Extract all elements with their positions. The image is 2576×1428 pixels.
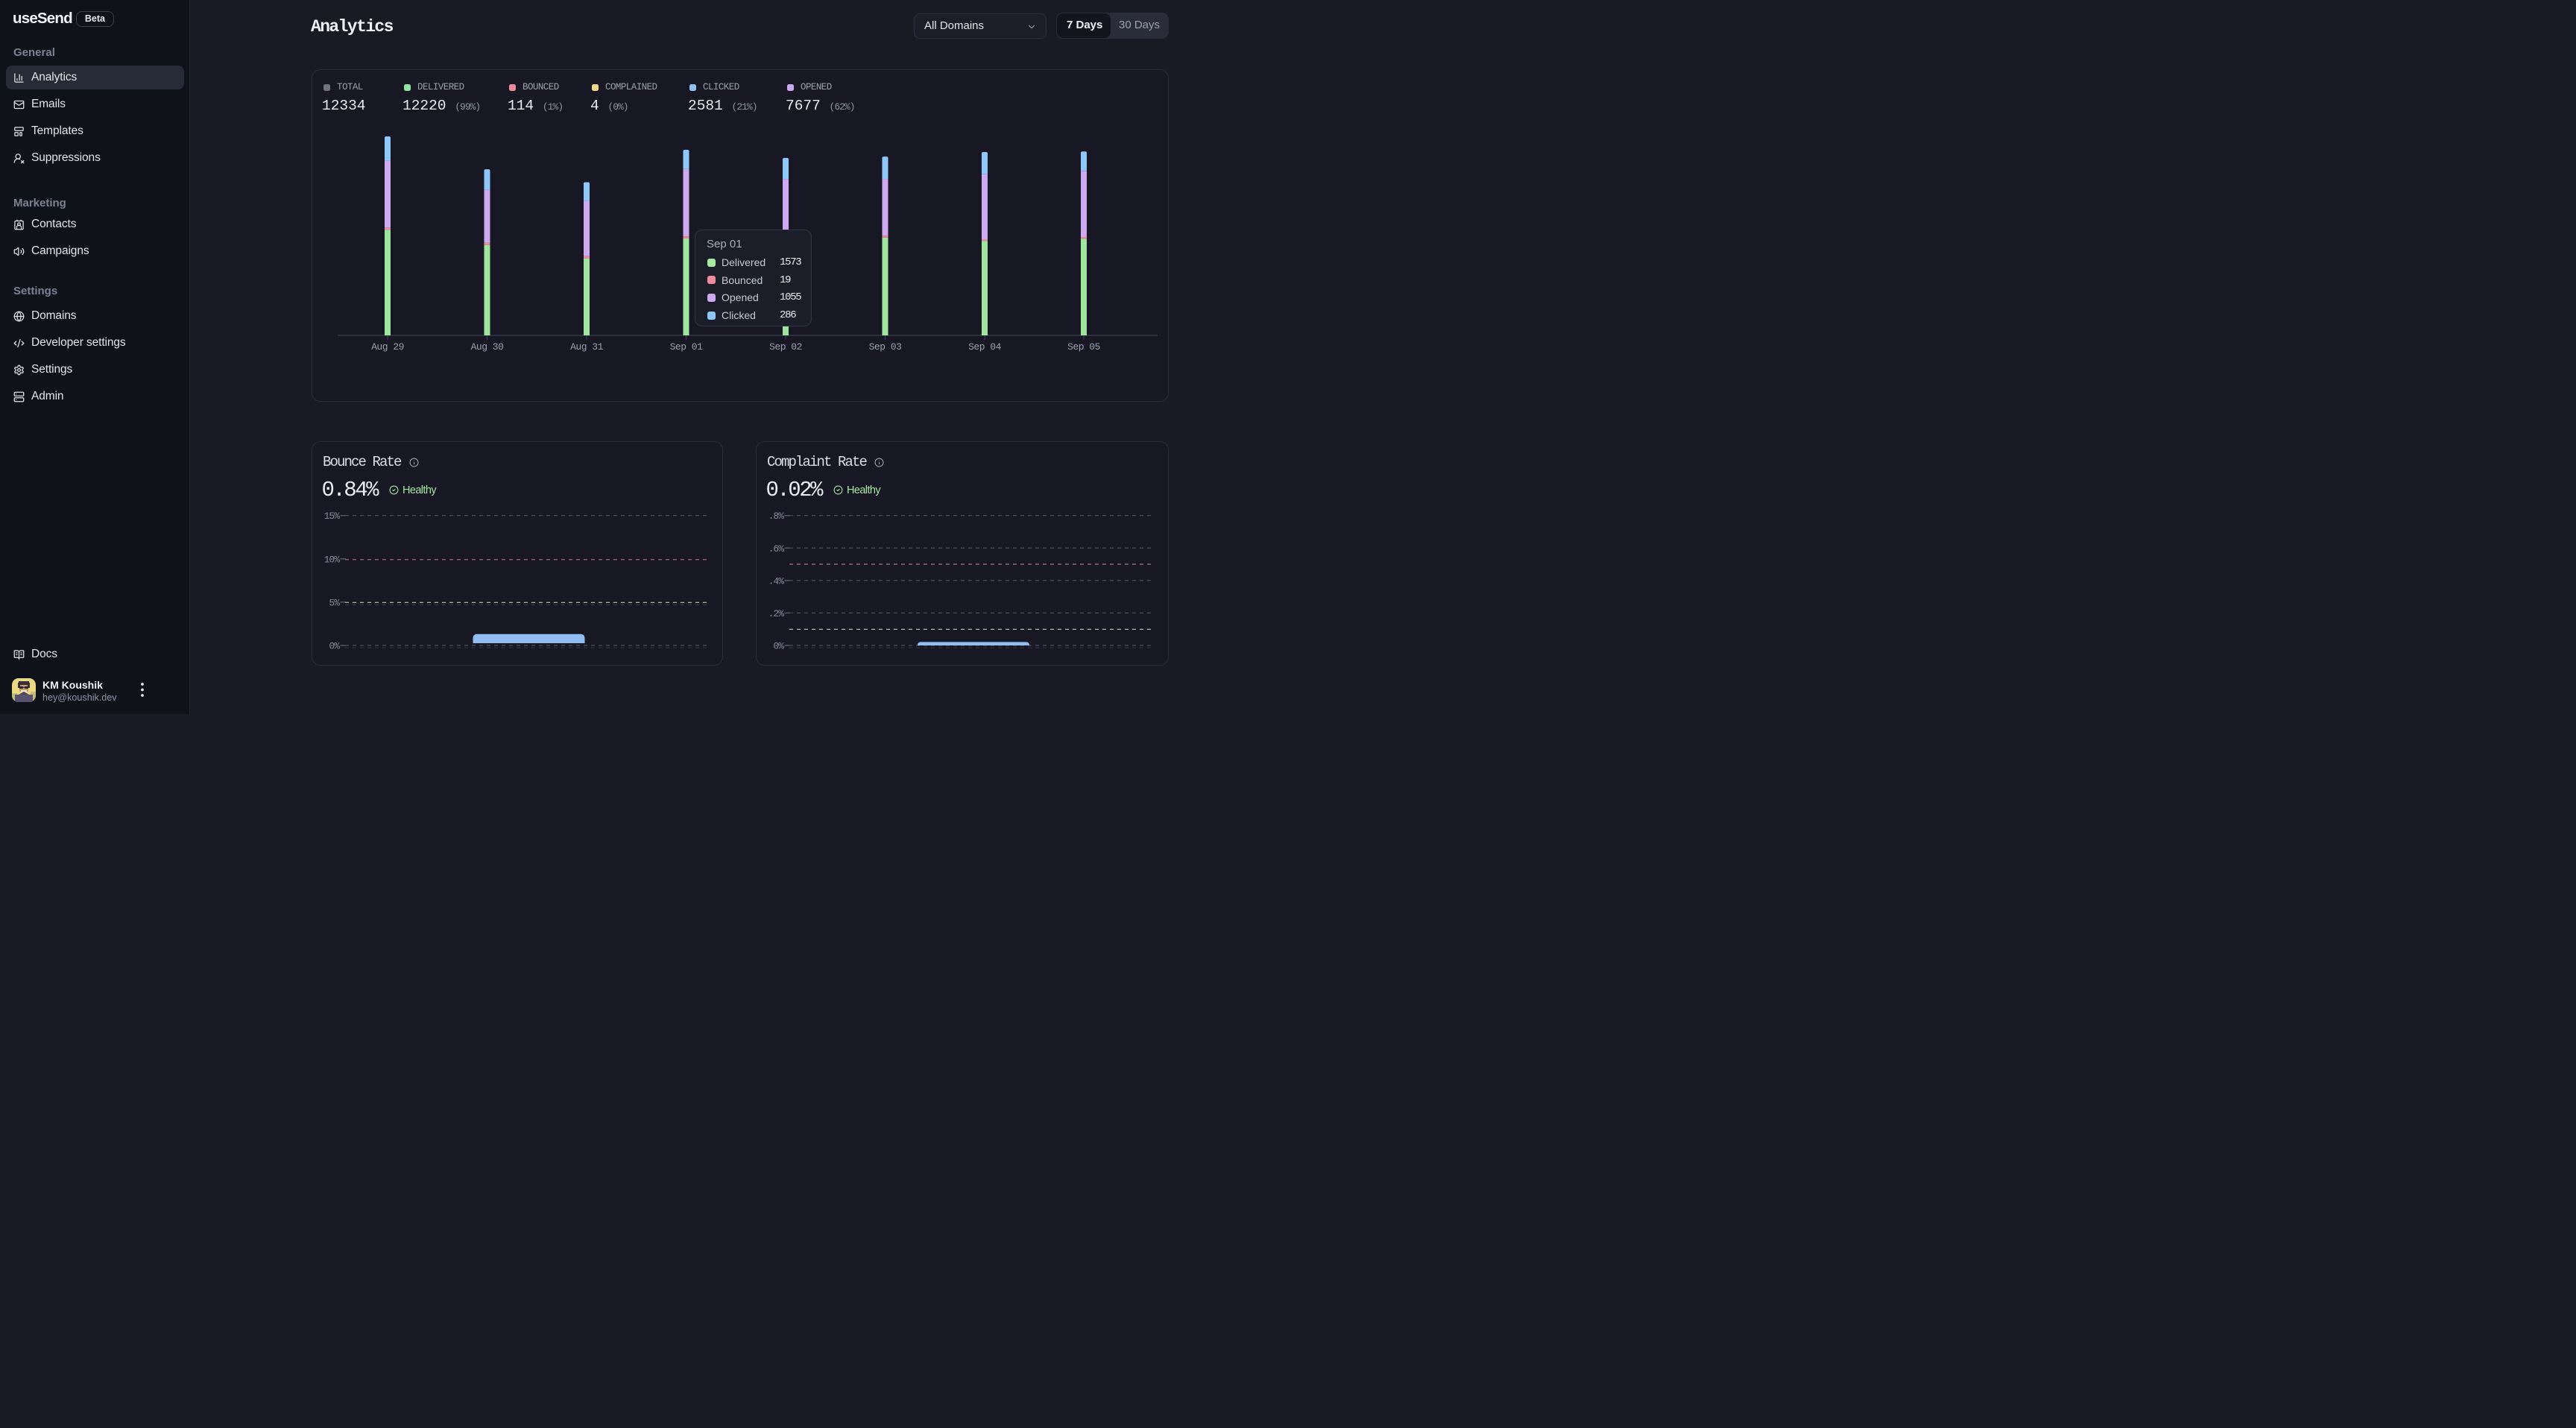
svg-text:Aug 30: Aug 30: [471, 341, 504, 353]
svg-text:10%: 10%: [324, 554, 341, 565]
svg-text:.6%: .6%: [768, 543, 785, 555]
svg-text:Sep 03: Sep 03: [869, 341, 902, 353]
svg-text:5%: 5%: [329, 597, 340, 608]
svg-text:Sep 05: Sep 05: [1067, 341, 1100, 353]
svg-text:Sep 04: Sep 04: [968, 341, 1002, 353]
svg-text:.4%: .4%: [768, 575, 785, 587]
svg-text:0%: 0%: [773, 641, 784, 652]
svg-text:Aug 29: Aug 29: [371, 341, 404, 353]
svg-text:Sep 02: Sep 02: [769, 341, 802, 353]
svg-text:Aug 31: Aug 31: [570, 341, 604, 353]
svg-text:.8%: .8%: [768, 511, 785, 522]
svg-text:.2%: .2%: [768, 608, 785, 619]
svg-text:0%: 0%: [329, 641, 340, 652]
svg-text:15%: 15%: [324, 511, 341, 522]
svg-text:Sep 01: Sep 01: [670, 341, 704, 353]
